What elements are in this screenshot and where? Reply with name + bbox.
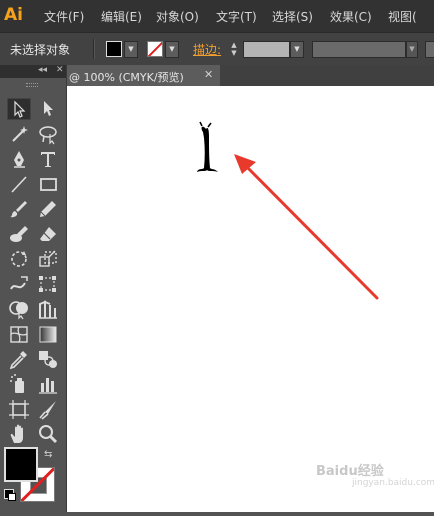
scale-tool-icon[interactable] (36, 248, 60, 270)
pencil-tool-icon[interactable] (36, 198, 60, 220)
paintbrush-tool-icon[interactable] (7, 198, 31, 220)
shape-builder-tool-icon[interactable] (7, 298, 31, 320)
panel-grip[interactable] (26, 83, 38, 87)
direct-selection-tool-icon[interactable] (36, 98, 60, 120)
watermark-logo: Baidu经验 (316, 464, 384, 479)
eraser-tool-icon[interactable] (36, 223, 60, 245)
tools-panel-header: ◂◂ ✕ (0, 65, 66, 78)
rotate-tool-icon[interactable] (7, 248, 31, 270)
watermark-url: jingyan.baidu.com (352, 478, 434, 488)
magic-wand-tool-icon[interactable] (7, 123, 31, 145)
pen-tool-icon[interactable] (7, 148, 31, 170)
warp-tool-icon[interactable] (7, 273, 31, 295)
hand-tool-icon[interactable] (7, 423, 31, 445)
blend-tool-icon[interactable] (36, 348, 60, 370)
gradient-tool-icon[interactable] (36, 323, 60, 345)
symbol-sprayer-tool-icon[interactable] (7, 373, 31, 395)
rectangle-tool-icon[interactable] (36, 173, 60, 195)
selection-tool-icon[interactable] (7, 98, 31, 120)
mesh-tool-icon[interactable] (7, 323, 31, 345)
free-transform-tool-icon[interactable] (36, 273, 60, 295)
blob-brush-tool-icon[interactable] (7, 223, 31, 245)
close-icon[interactable]: ✕ (56, 65, 64, 75)
zoom-tool-icon[interactable] (36, 423, 60, 445)
artboard-tool-icon[interactable] (7, 398, 31, 420)
type-tool-icon[interactable] (36, 148, 60, 170)
tools-panel: ◂◂ ✕ ⇆ (0, 65, 67, 512)
perspective-grid-tool-icon[interactable] (36, 298, 60, 320)
line-segment-tool-icon[interactable] (7, 173, 31, 195)
lasso-tool-icon[interactable] (36, 123, 60, 145)
column-graph-tool-icon[interactable] (36, 373, 60, 395)
swap-fill-stroke-icon[interactable]: ⇆ (44, 449, 52, 460)
slice-tool-icon[interactable] (36, 398, 60, 420)
fill-color-swatch[interactable] (4, 447, 38, 482)
collapse-icon[interactable]: ◂◂ (38, 65, 47, 75)
default-colors-icon-back (8, 493, 16, 501)
eyedropper-tool-icon[interactable] (7, 348, 31, 370)
